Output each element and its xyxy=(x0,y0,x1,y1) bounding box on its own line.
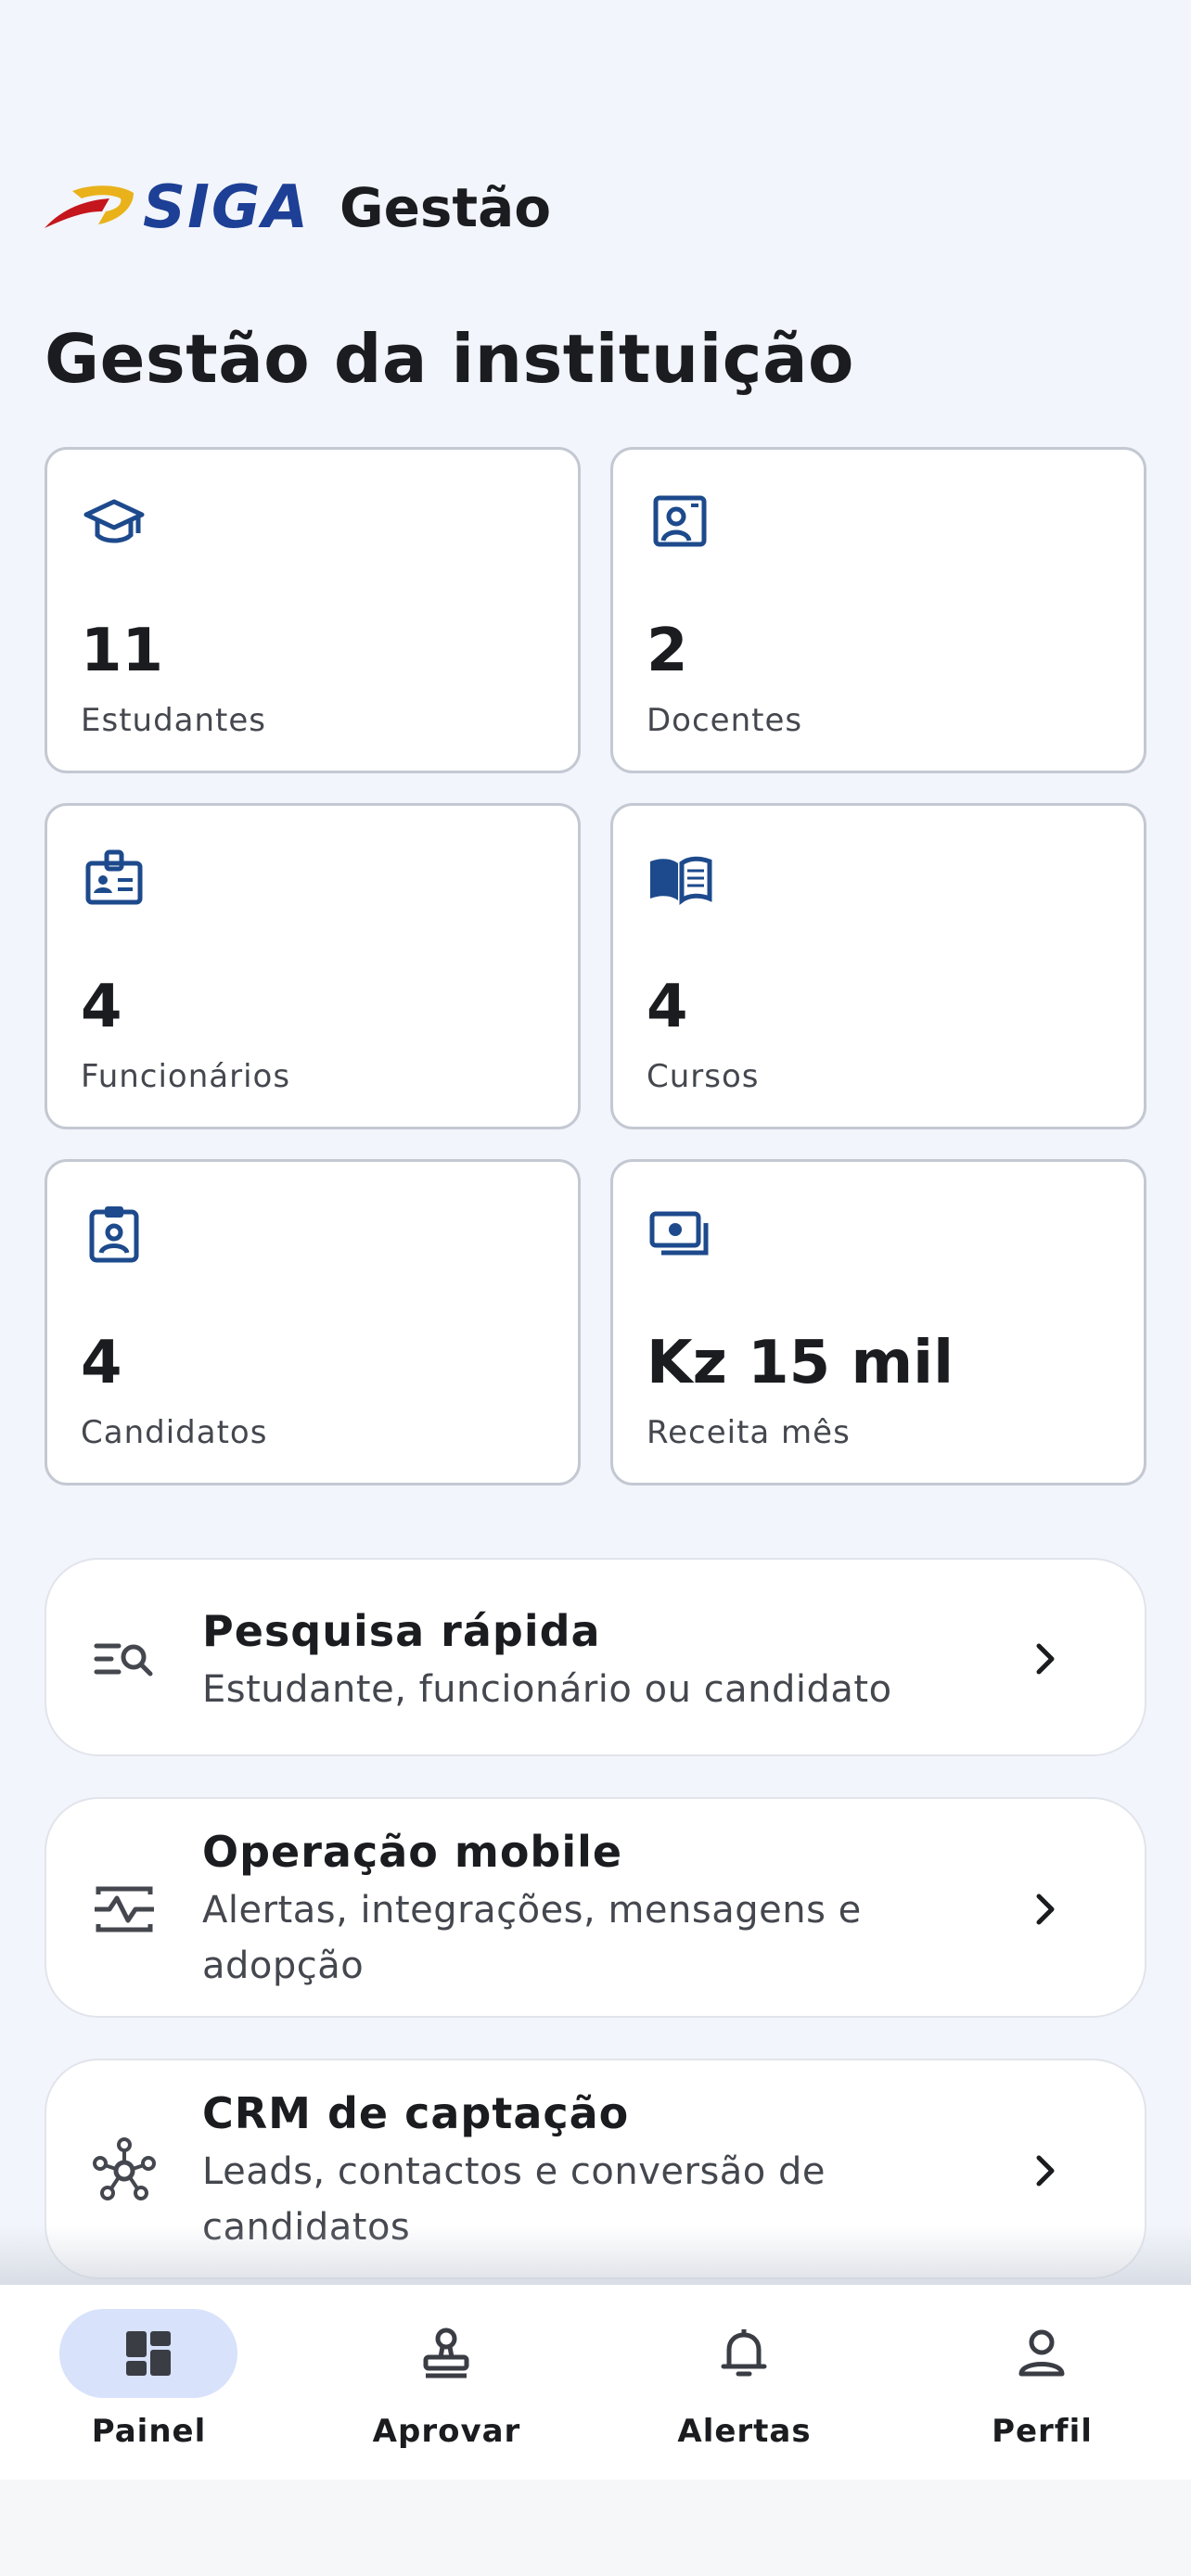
stat-label: Receita mês xyxy=(647,1414,851,1451)
card-title: Pesquisa rápida xyxy=(202,1606,601,1656)
person-icon xyxy=(1012,2324,1071,2383)
card-title: Operação mobile xyxy=(202,1827,623,1877)
chevron-right-icon xyxy=(1022,1637,1067,1681)
stat-card-estudantes[interactable]: 11 Estudantes xyxy=(45,447,581,773)
stat-label: Estudantes xyxy=(81,702,267,739)
siga-logo: SIGA xyxy=(45,173,310,242)
employee-id-icon xyxy=(81,845,147,912)
stat-label: Funcionários xyxy=(81,1058,291,1095)
stat-card-candidatos[interactable]: 4 Candidatos xyxy=(45,1159,581,1486)
stat-value: 4 xyxy=(81,1329,122,1397)
system-gesture-area xyxy=(0,2480,1191,2576)
search-list-icon xyxy=(87,1622,161,1696)
app-header: SIGA Gestão xyxy=(45,173,552,242)
siga-swoosh-icon xyxy=(45,185,134,228)
app-title: Gestão xyxy=(339,176,552,239)
card-title: CRM de captação xyxy=(202,2088,630,2138)
graduation-cap-icon xyxy=(81,489,147,555)
card-subtitle: Alertas, integrações, mensagens e adopçã… xyxy=(202,1889,862,1987)
card-subtitle: Estudante, funcionário ou candidato xyxy=(202,1668,892,1711)
stat-card-funcionarios[interactable]: 4 Funcionários xyxy=(45,803,581,1129)
nav-label: Aprovar xyxy=(372,2413,521,2450)
candidate-clipboard-icon xyxy=(81,1201,147,1268)
nav-item-aprovar[interactable]: Aprovar xyxy=(298,2285,596,2480)
stat-card-docentes[interactable]: 2 Docentes xyxy=(610,447,1146,773)
monitor-heart-icon xyxy=(87,1872,161,1946)
stat-value: Kz 15 mil xyxy=(647,1329,954,1397)
open-book-icon xyxy=(647,845,713,912)
bell-icon xyxy=(714,2324,774,2383)
mobile-operation-card[interactable]: Operação mobile Alertas, integrações, me… xyxy=(45,1797,1146,2018)
stat-value: 2 xyxy=(647,617,688,685)
chevron-right-icon xyxy=(1022,2149,1067,2193)
network-hub-icon xyxy=(87,2134,161,2208)
stat-label: Cursos xyxy=(647,1058,760,1095)
quick-search-card[interactable]: Pesquisa rápida Estudante, funcionário o… xyxy=(45,1558,1146,1756)
bottom-navigation: Painel Aprovar Alertas Perfil xyxy=(0,2285,1191,2480)
stat-card-cursos[interactable]: 4 Cursos xyxy=(610,803,1146,1129)
page-title: Gestão da instituição xyxy=(45,320,854,398)
stat-value: 11 xyxy=(81,617,164,685)
stat-value: 4 xyxy=(81,973,122,1041)
teacher-badge-icon xyxy=(647,489,713,555)
dashboard-icon xyxy=(119,2324,178,2383)
nav-label: Perfil xyxy=(992,2413,1093,2450)
nav-item-alertas[interactable]: Alertas xyxy=(596,2285,893,2480)
brand-name: SIGA xyxy=(143,173,310,242)
scroll-shadow xyxy=(0,2225,1191,2285)
money-icon xyxy=(647,1201,713,1268)
chevron-right-icon xyxy=(1022,1887,1067,1932)
stat-label: Candidatos xyxy=(81,1414,268,1451)
stats-grid: 11 Estudantes 2 Docentes 4 Funcionários … xyxy=(45,447,1146,1486)
nav-item-perfil[interactable]: Perfil xyxy=(893,2285,1191,2480)
app-screen: SIGA Gestão Gestão da instituição 11 Est… xyxy=(0,0,1191,2576)
approve-stamp-icon xyxy=(416,2324,476,2383)
nav-label: Alertas xyxy=(677,2413,812,2450)
stat-card-receita[interactable]: Kz 15 mil Receita mês xyxy=(610,1159,1146,1486)
stat-label: Docentes xyxy=(647,702,803,739)
nav-item-painel[interactable]: Painel xyxy=(0,2285,298,2480)
stat-value: 4 xyxy=(647,973,688,1041)
nav-label: Painel xyxy=(91,2413,207,2450)
